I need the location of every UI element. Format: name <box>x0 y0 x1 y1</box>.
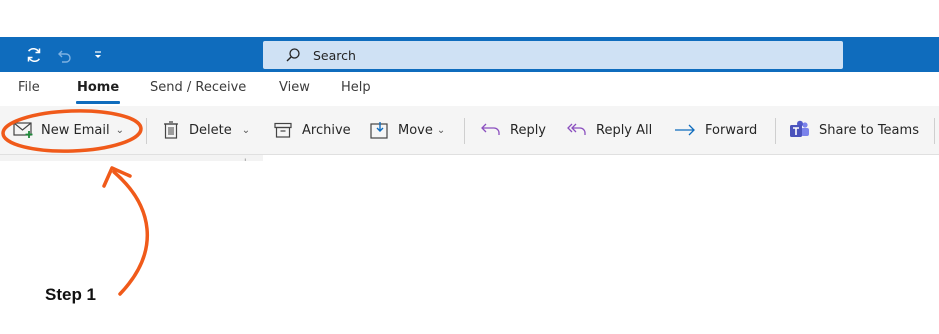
annotation-arrow <box>112 170 150 296</box>
customize-quick-access-icon[interactable] <box>88 37 108 72</box>
forward-button[interactable]: Forward <box>673 114 757 146</box>
share-to-teams-button[interactable]: Share to Teams <box>789 114 919 146</box>
chevron-down-icon[interactable]: ⌄ <box>437 125 445 136</box>
menu-tabs: File Home Send / Receive View Help <box>0 72 939 106</box>
archive-button[interactable]: Archive <box>274 114 351 146</box>
reply-button[interactable]: Reply <box>480 114 546 146</box>
search-icon <box>285 46 303 64</box>
folder-pane-edge <box>0 155 263 161</box>
teams-icon <box>789 120 811 140</box>
sync-icon[interactable] <box>22 37 46 72</box>
move-button[interactable]: Move ⌄ <box>370 114 445 146</box>
ribbon-toolbar: New Email ⌄ Delete ⌄ Archive Move ⌄ Repl… <box>0 106 939 155</box>
chevron-down-icon[interactable]: ⌄ <box>242 125 250 136</box>
archive-label: Archive <box>302 122 351 138</box>
tab-home[interactable]: Home <box>77 80 119 100</box>
forward-label: Forward <box>705 122 758 138</box>
tab-view[interactable]: View <box>279 80 310 100</box>
reply-all-label: Reply All <box>596 122 653 138</box>
ribbon-divider <box>775 118 776 144</box>
new-email-button[interactable]: New Email ⌄ <box>13 114 124 146</box>
arrowhead <box>102 166 132 188</box>
share-to-teams-label: Share to Teams <box>819 122 919 138</box>
undo-icon[interactable] <box>52 37 76 72</box>
delete-label: Delete <box>189 122 232 138</box>
ribbon-divider <box>934 118 935 144</box>
ribbon-divider <box>146 118 147 144</box>
new-email-label: New Email <box>41 122 110 138</box>
search-label: Search <box>313 47 356 63</box>
forward-arrow-icon <box>673 122 697 138</box>
step-label: Step 1 <box>45 285 97 304</box>
chevron-down-icon[interactable]: ⌄ <box>116 125 124 136</box>
new-email-icon <box>13 121 35 139</box>
move-to-folder-icon <box>370 121 390 139</box>
reply-all-icon <box>566 122 588 138</box>
delete-button[interactable]: Delete ⌄ <box>163 114 250 146</box>
reply-all-button[interactable]: Reply All <box>566 114 652 146</box>
active-tab-indicator <box>76 101 120 104</box>
title-bar: Search <box>0 37 939 72</box>
pane-resize-mark: ' <box>244 158 247 168</box>
tab-help[interactable]: Help <box>341 80 371 100</box>
reply-icon <box>480 122 502 138</box>
archive-icon <box>274 122 292 138</box>
move-label: Move <box>398 122 433 138</box>
tab-send-receive[interactable]: Send / Receive <box>150 80 246 100</box>
reply-label: Reply <box>510 122 547 138</box>
ribbon-divider <box>464 118 465 144</box>
search-box[interactable]: Search <box>263 41 843 69</box>
delete-icon <box>163 121 179 139</box>
tab-file[interactable]: File <box>18 80 40 100</box>
